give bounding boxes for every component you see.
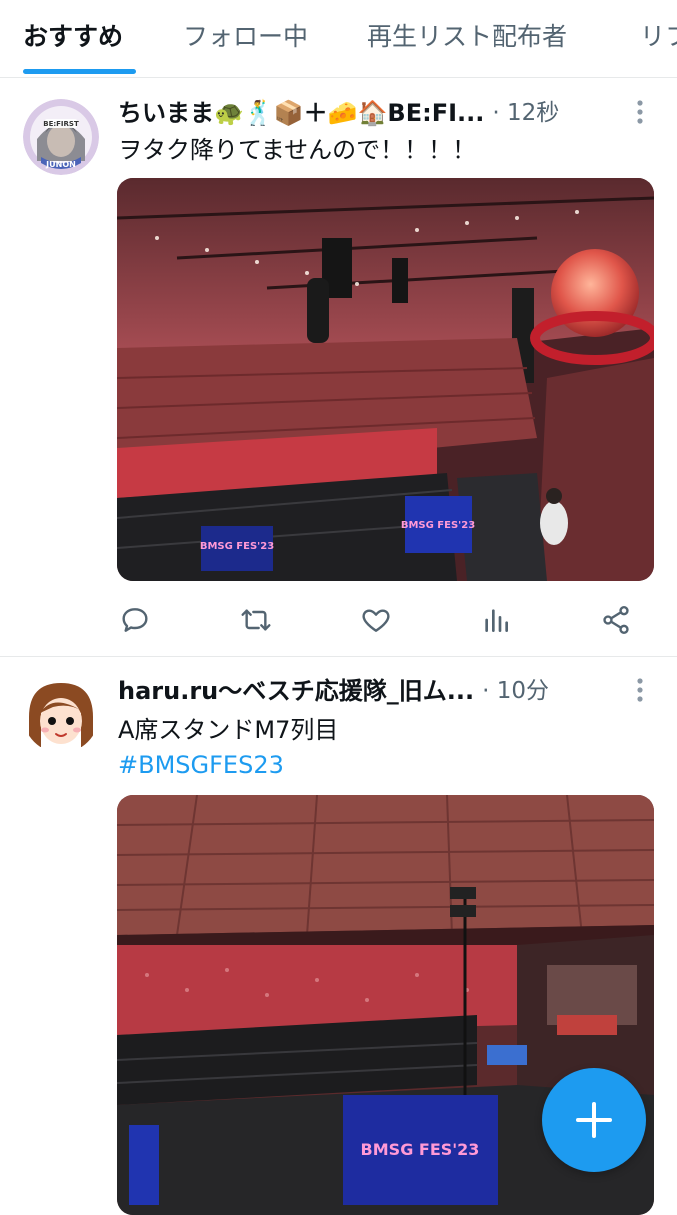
post-text: A席スタンドM7列目 xyxy=(118,716,339,744)
post-header: ちいまま🐢🕺📦＋🧀🏠BE:FI... · 12秒 xyxy=(118,92,559,128)
avatar[interactable]: BE:FIRST JUNON xyxy=(23,99,99,175)
avatar-badge-text: JUNON xyxy=(45,160,76,169)
compose-post-button[interactable] xyxy=(542,1068,646,1172)
author-name[interactable]: haru.ru〜ベスチ応援隊_旧ム... xyxy=(118,671,474,706)
stage-screen-text: BMSG FES'23 xyxy=(361,1140,480,1159)
like-icon[interactable] xyxy=(356,598,396,642)
author-name[interactable]: ちいまま🐢🕺📦＋🧀🏠BE:FI... xyxy=(118,93,484,128)
svg-text:BE:FIRST: BE:FIRST xyxy=(43,120,79,128)
arena-photo: BMSG FES'23 BMSG FES'23 xyxy=(117,178,654,581)
post-text: ヲタク降りてませんので！！！！ xyxy=(118,136,477,164)
stage-screen-text: BMSG FES'23 xyxy=(401,520,475,531)
reply-icon[interactable] xyxy=(115,598,155,642)
tab-playlist-distributor[interactable]: 再生リスト配布者 xyxy=(367,17,567,53)
post[interactable]: BE:FIRST JUNON ちいまま🐢🕺📦＋🧀🏠BE:FI... · 12秒 … xyxy=(0,78,677,657)
views-icon[interactable] xyxy=(476,598,516,642)
avatar-image: BE:FIRST JUNON xyxy=(23,99,99,175)
avatar-image xyxy=(23,677,99,753)
hashtag-link[interactable]: #BMSGFES23 xyxy=(118,751,284,779)
plus-icon xyxy=(576,1102,612,1138)
avatar[interactable] xyxy=(23,677,99,753)
post-header: haru.ru〜ベスチ応援隊_旧ム... · 10分 xyxy=(118,670,549,706)
repost-icon[interactable] xyxy=(236,598,276,642)
post-time[interactable]: · 10分 xyxy=(482,671,549,705)
more-options-icon[interactable] xyxy=(628,98,652,126)
post-actions xyxy=(0,598,677,642)
active-tab-indicator xyxy=(23,69,136,74)
timeline-tabs: おすすめ フォロー中 再生リスト配布者 リフ xyxy=(0,0,677,78)
post-time[interactable]: · 12秒 xyxy=(492,93,559,127)
tab-following[interactable]: フォロー中 xyxy=(183,17,308,53)
stage-screen-text: BMSG FES'23 xyxy=(200,541,274,552)
share-icon[interactable] xyxy=(596,598,636,642)
tab-recommended[interactable]: おすすめ xyxy=(23,17,123,53)
more-options-icon[interactable] xyxy=(628,676,652,704)
post-media-photo[interactable]: BMSG FES'23 BMSG FES'23 xyxy=(117,178,654,581)
tab-list[interactable]: リフ xyxy=(640,17,677,53)
